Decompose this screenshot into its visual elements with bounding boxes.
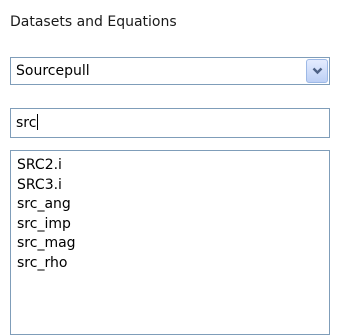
list-item[interactable]: src_imp <box>17 215 329 235</box>
list-item[interactable]: src_mag <box>17 234 329 254</box>
list-item[interactable]: SRC3.i <box>17 176 329 196</box>
dropdown-toggle-button[interactable] <box>306 59 328 83</box>
list-item[interactable]: SRC2.i <box>17 156 329 176</box>
results-list-items: SRC2.i SRC3.i src_ang src_imp src_mag sr… <box>11 151 329 273</box>
search-input-value: src <box>16 114 39 132</box>
results-list[interactable]: SRC2.i SRC3.i src_ang src_imp src_mag sr… <box>10 150 330 335</box>
dataset-dropdown[interactable]: Sourcepull <box>10 57 330 85</box>
list-item[interactable]: src_ang <box>17 195 329 215</box>
search-input[interactable]: src <box>10 108 330 138</box>
chevron-down-icon <box>312 67 322 75</box>
list-item[interactable]: src_rho <box>17 254 329 274</box>
dropdown-selected-value: Sourcepull <box>16 63 90 79</box>
search-input-text: src <box>16 115 37 131</box>
panel-title: Datasets and Equations <box>10 14 177 30</box>
text-caret <box>37 114 39 130</box>
